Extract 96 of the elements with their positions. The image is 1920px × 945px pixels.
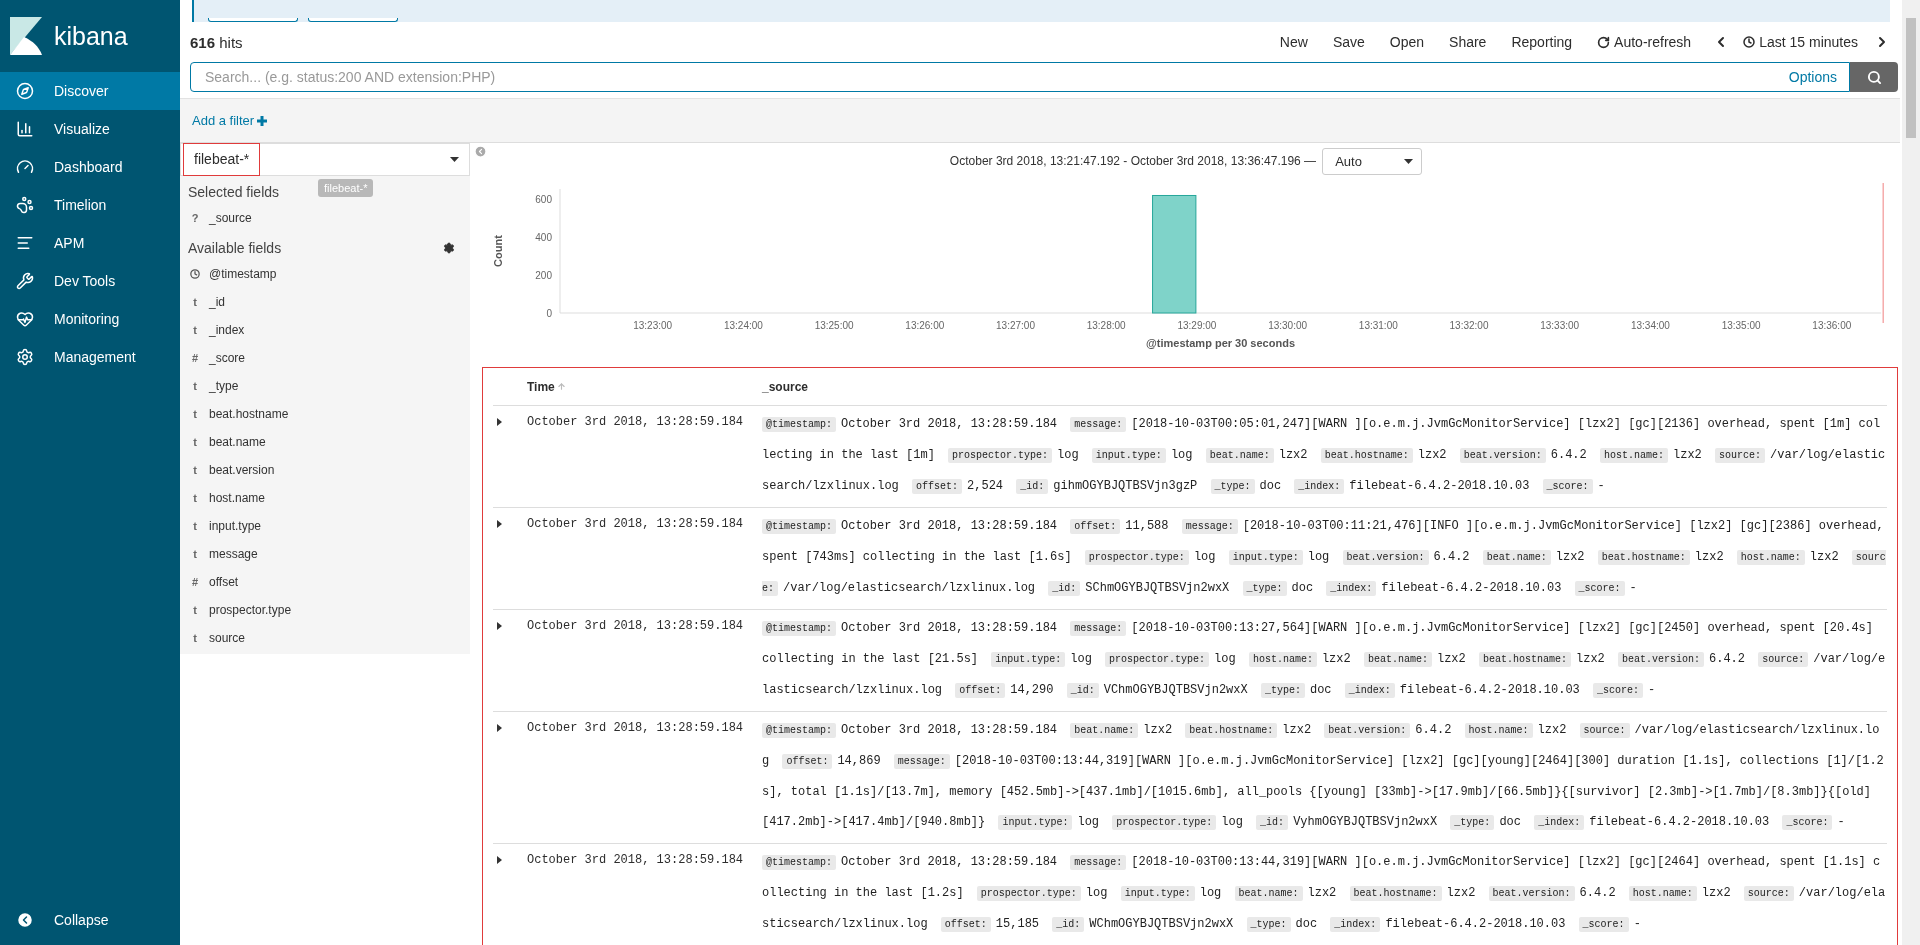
nav-item[interactable]: Discover — [0, 72, 180, 110]
field-item[interactable]: t beat.version — [180, 456, 470, 484]
field-item[interactable]: t input.type — [180, 512, 470, 540]
document-source: @timestamp: October 3rd 2018, 13:28:59.184 offset: 11,588 message: [2018-10-03T00:11:21,476][INFO ][o.e.m.j.JvmGcMonitorService] [lzx2] [gc][2386] overhead, spent [743ms] collecting in the last [1.6s] prospector.type: log input.type: log beat.version: 6.4.2 beat.name: lzx2 beat.hostname: lzx2 host.name: lzx2 source: /var/log/elasticsearch/lzxlinux.log _id: SChmOGYBJQTBSVjn2wxX _type: doc _index: filebeat-6.4.2-2018.10.03 _score: - — [762, 518, 1887, 598]
tick-label: 13:35:00 — [1721, 320, 1761, 331]
field-item[interactable]: t beat.hostname — [180, 400, 470, 428]
nav-item[interactable]: Management — [0, 338, 180, 376]
collapse-button[interactable]: Collapse — [0, 901, 180, 939]
nav-item[interactable]: Visualize — [0, 110, 180, 148]
tick-label: 13:27:00 — [996, 320, 1035, 331]
field-item[interactable]: t beat.name — [180, 428, 470, 456]
field-item[interactable]: t source — [180, 624, 470, 652]
banner-button[interactable] — [308, 18, 398, 22]
table-cell-text: October 3rd 2018, 13:28:59.184 — [527, 852, 745, 867]
field-item[interactable]: t prospector.type — [180, 596, 470, 624]
tick-label: 13:25:00 — [814, 320, 854, 331]
nav-item[interactable]: Dev Tools — [0, 262, 180, 300]
settings-icon — [16, 348, 34, 366]
settings-icon[interactable] — [443, 242, 455, 254]
document-source: @timestamp: October 3rd 2018, 13:28:59.184 message: [2018-10-03T00:05:01,247][WARN ][o.e.m.j.JvmGcMonitorService] [lzx2] [gc][2136] overhead, spent [1m] collecting in the last [1m] prospector.type: log input.type: log beat.name: lzx2 beat.hostname: lzx2 beat.version: 6.4.2 host.name: lzx2 source: /var/log/elasticsearch/lzxlinux.log offset: 2,524 _id: gihmOGYBJQTBSVjn3gzP _type: doc _index: filebeat-6.4.2-2018.10.03 _score: - — [762, 416, 1887, 496]
field-item[interactable]: t _id — [180, 288, 470, 316]
compass-icon — [16, 82, 34, 100]
tick-label: 13:33:00 — [1540, 320, 1580, 331]
table-cell-text: October 3rd 2018, 13:28:59.184 — [527, 720, 745, 735]
menu-link[interactable]: Reporting — [1511, 34, 1573, 50]
menu-link[interactable]: Last 15 minutes — [1743, 34, 1858, 50]
paw-icon — [16, 196, 34, 214]
tick-label: 13:29:00 — [1177, 320, 1217, 331]
search-icon — [1866, 69, 1882, 85]
tick-label: 13:34:00 — [1630, 320, 1670, 331]
clock-icon — [190, 269, 200, 279]
scrollbar[interactable] — [1902, 0, 1920, 945]
table-cell-text: October 3rd 2018, 13:28:59.184 — [527, 414, 745, 429]
field-item[interactable]: # offset — [180, 568, 470, 596]
field-item[interactable]: t host.name — [180, 484, 470, 512]
field-item[interactable]: @timestamp — [180, 260, 470, 288]
tick-label: 200 — [535, 269, 552, 281]
section-title: Available fields — [188, 240, 282, 256]
nav-item[interactable]: Timelion — [0, 186, 180, 224]
heart-pulse-icon — [16, 310, 34, 328]
menu-link[interactable]: Open — [1389, 34, 1425, 50]
wrench-icon — [16, 272, 34, 290]
table-cell-text: October 3rd 2018, 13:28:59.184 — [527, 618, 745, 633]
section-title: Selected fields — [188, 184, 280, 200]
field-item[interactable]: ? _source — [180, 204, 470, 232]
tooltip: filebeat-* — [318, 179, 374, 197]
axis-title: @timestamp per 30 seconds — [1146, 337, 1296, 349]
field-item[interactable]: t _type — [180, 372, 470, 400]
tick-label: 13:26:00 — [905, 320, 945, 331]
bar-chart-icon — [16, 120, 34, 138]
nav-item[interactable]: Monitoring — [0, 300, 180, 338]
tick-label: 13:23:00 — [633, 320, 673, 331]
interval-select[interactable]: Auto — [1322, 147, 1423, 175]
logo-text: kibana — [54, 21, 128, 51]
tick-label: 400 — [535, 231, 552, 243]
search-field[interactable]: Search... (e.g. status:200 AND extension:PHP) Options — [190, 62, 1850, 92]
field-item[interactable]: t message — [180, 540, 470, 568]
banner-button[interactable] — [208, 18, 298, 22]
gauge-icon — [16, 158, 34, 176]
chevron-left-icon — [16, 911, 34, 929]
tick-label: 13:30:00 — [1268, 320, 1308, 331]
tick-label: 0 — [546, 308, 552, 319]
tick-label: 13:36:00 — [1812, 320, 1852, 331]
tick-label: 13:24:00 — [723, 320, 763, 331]
refresh-icon — [1597, 35, 1611, 49]
tick-label: 13:31:00 — [1358, 320, 1398, 331]
field-item[interactable]: # _score — [180, 344, 470, 372]
menu-link[interactable]: Save — [1332, 34, 1365, 50]
index-pattern-select[interactable]: filebeat-* — [180, 143, 470, 176]
tick-label: 600 — [535, 193, 552, 205]
search-button[interactable] — [1850, 62, 1898, 92]
menu-link[interactable]: Auto-refresh — [1597, 34, 1692, 50]
menu-link[interactable]: Share — [1449, 34, 1487, 50]
field-item[interactable]: t _index — [180, 316, 470, 344]
table-cell-text: October 3rd 2018, 13:28:59.184 — [527, 516, 745, 531]
document-source: @timestamp: October 3rd 2018, 13:28:59.184 message: [2018-10-03T00:13:27,564][WARN ][o.e.m.j.JvmGcMonitorService] [lzx2] [gc][2450] overhead, spent [20.4s] collecting in the last [21.5s] input.type: log prospector.type: log host.name: lzx2 beat.name: lzx2 beat.hostname: lzx2 beat.version: 6.4.2 source: /var/log/elasticsearch/lzxlinux.log offset: 14,290 _id: VChmOGYBJQTBSVjn2wxX _type: doc _index: filebeat-6.4.2-2018.10.03 _score: - — [762, 620, 1887, 700]
logo-icon — [10, 17, 42, 55]
lines-icon — [16, 234, 34, 252]
tick-label: 13:28:00 — [1086, 320, 1126, 331]
tick-label: 13:32:00 — [1449, 320, 1489, 331]
time-range: October 3rd 2018, 13:21:47.192 - October 3rd 2018, 13:36:47.196 — — [949, 154, 1317, 168]
clock-icon — [1743, 36, 1756, 48]
column-header[interactable]: _source — [762, 379, 1887, 394]
add-filter-link[interactable]: Add a filter — [192, 113, 268, 128]
column-header[interactable]: Time — [527, 379, 762, 394]
document-source: @timestamp: October 3rd 2018, 13:28:59.184 message: [2018-10-03T00:13:44,319][WARN ][o.e.m.j.JvmGcMonitorService] [lzx2] [gc][2464] overhead, spent [1.1s] collecting in the last [1.2s] prospector.type: log input.type: log beat.name: lzx2 beat.hostname: lzx2 beat.version: 6.4.2 host.name: lzx2 source: /var/log/elasticsearch/lzxlinux.log offset: 15,185 _id: WChmOGYBJQTBSVjn2wxX _type: doc _index: filebeat-6.4.2-2018.10.03 _score: - — [762, 854, 1887, 934]
options-link[interactable]: Options — [1788, 69, 1837, 85]
caret-icon — [450, 157, 459, 162]
menu-link[interactable]: New — [1279, 34, 1308, 50]
caret-icon — [1404, 158, 1414, 164]
document-source: @timestamp: October 3rd 2018, 13:28:59.184 beat.name: lzx2 beat.hostname: lzx2 beat.version: 6.4.2 host.name: lzx2 source: /var/log/elasticsearch/lzxlinux.log offset: 14,869 message: [2018-10-03T00:13:44,319][WARN ][o.e.m.j.JvmGcMonitorService] [lzx2] [gc][young][2464][300] duration [1.1s], collections [1]/[1.2s], total [1.1s]/[13.7m], memory [452.5mb]->[437.1mb]/[1015.6mb], all_pools {[young] [33mb]->[17.9mb]/[66.5mb]}{[survivor] [2.3mb]->[1.7mb]/[8.3mb]}{[old] [417.2mb]->[417.4mb]/[940.8mb]} input.type: log prospector.type: log _id: VyhmOGYBJQTBSVjn2wxX _type: doc _index: filebeat-6.4.2-2018.10.03 _score: - — [762, 722, 1885, 832]
hit-count: 616 hits — [190, 33, 244, 51]
plus-icon — [257, 115, 268, 126]
nav-item[interactable]: APM — [0, 224, 180, 262]
axis-title: Count — [492, 235, 504, 267]
nav-item[interactable]: Dashboard — [0, 148, 180, 186]
